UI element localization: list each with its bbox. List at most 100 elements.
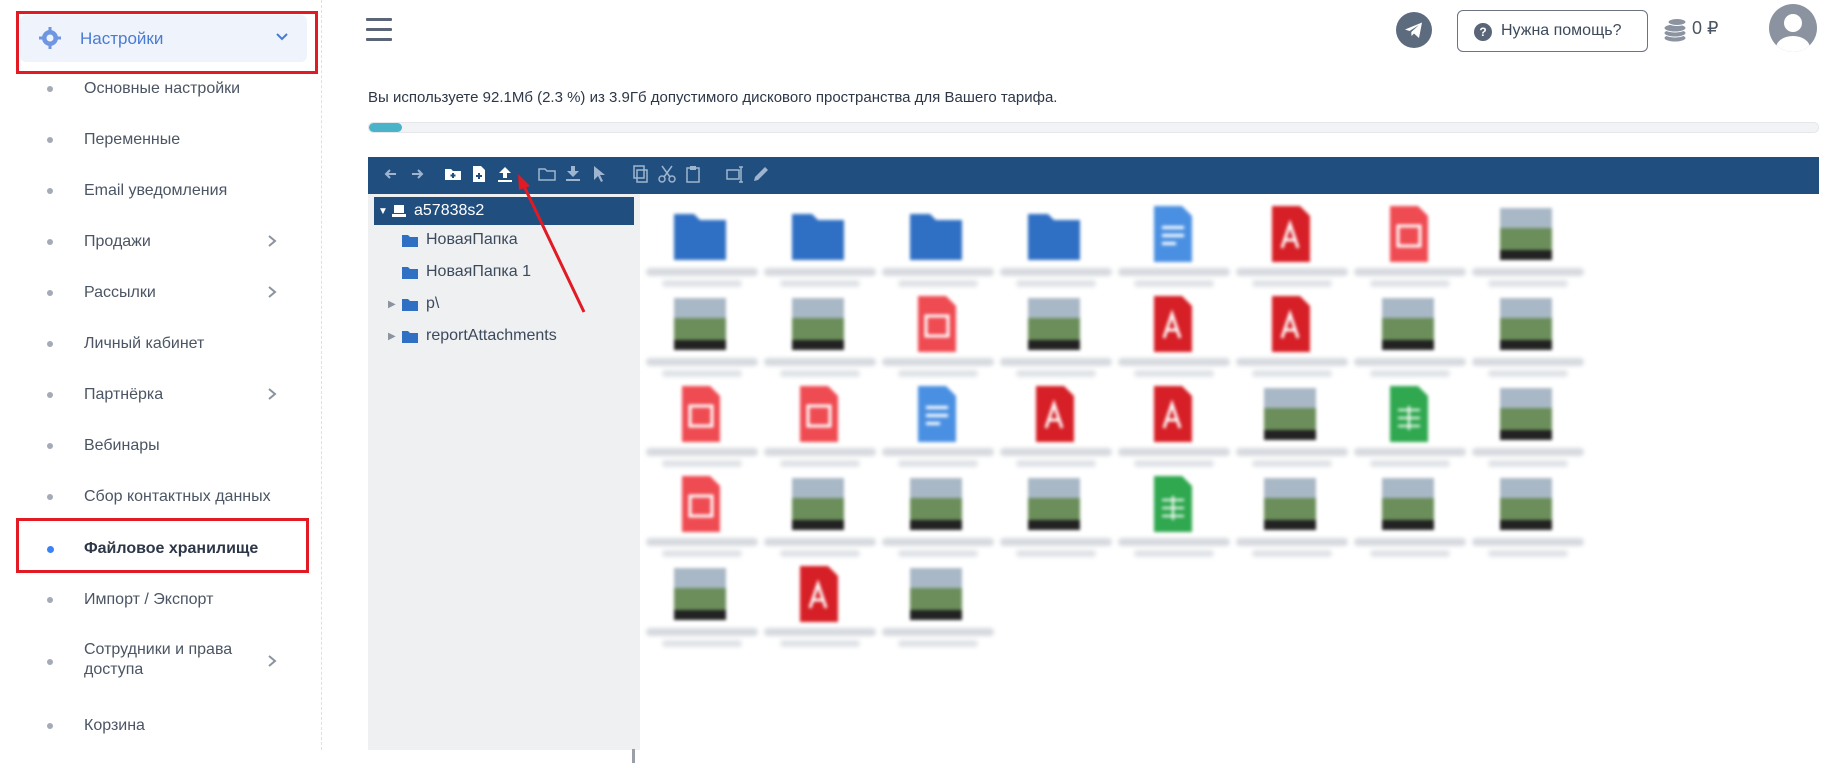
file-item[interactable]: [878, 468, 998, 568]
edit-icon[interactable]: [752, 165, 770, 183]
file-name-blurred: [1118, 538, 1230, 546]
file-item[interactable]: [1114, 288, 1234, 388]
new-folder-icon[interactable]: [444, 165, 462, 183]
file-item[interactable]: [1232, 378, 1352, 478]
file-item[interactable]: [1114, 378, 1234, 478]
copy-icon[interactable]: [632, 165, 650, 183]
file-item[interactable]: [1232, 468, 1352, 568]
splitter-handle[interactable]: [632, 749, 635, 763]
file-item[interactable]: [878, 558, 998, 658]
open-folder-icon[interactable]: [538, 165, 556, 183]
new-file-icon[interactable]: [470, 165, 488, 183]
file-item[interactable]: [642, 198, 762, 298]
sidebar-item[interactable]: Партнёрка: [0, 374, 300, 414]
file-item[interactable]: [1468, 468, 1588, 568]
file-item[interactable]: [642, 288, 762, 388]
file-item[interactable]: [996, 468, 1116, 568]
image-icon: [1500, 208, 1552, 260]
folder-icon: [1028, 214, 1080, 260]
file-item[interactable]: [996, 288, 1116, 388]
file-name-blurred: [764, 538, 876, 546]
sidebar-item[interactable]: Переменные: [0, 119, 300, 159]
bullet-icon: [47, 137, 53, 143]
paste-icon[interactable]: [684, 165, 702, 183]
file-name-blurred: [1370, 460, 1450, 467]
file-item[interactable]: [996, 198, 1116, 298]
file-manager: ▼ a57838s2 НоваяПапка НоваяПапка 1 ▶ p\ ▶ rep…: [368, 157, 1819, 763]
file-item[interactable]: [1468, 198, 1588, 298]
sidebar-item[interactable]: Рассылки: [0, 272, 300, 312]
file-item[interactable]: [1468, 378, 1588, 478]
file-name-blurred: [1488, 370, 1568, 377]
tree-root[interactable]: ▼ a57838s2: [374, 197, 634, 225]
upload-icon[interactable]: [496, 165, 514, 183]
cut-icon[interactable]: [658, 165, 676, 183]
file-item[interactable]: [1350, 378, 1470, 478]
file-item[interactable]: [878, 378, 998, 478]
sidebar-item[interactable]: Сотрудники и права доступа: [0, 629, 300, 693]
telegram-icon[interactable]: [1396, 12, 1432, 48]
balance-amount[interactable]: 0 ₽: [1692, 18, 1718, 39]
hamburger-menu-icon[interactable]: [366, 18, 392, 42]
file-item[interactable]: [996, 378, 1116, 478]
file-item[interactable]: [642, 558, 762, 658]
sidebar-item[interactable]: Личный кабинет: [0, 323, 300, 363]
storage-usage-text: Вы используете 92.1Мб (2.3 %) из 3.9Гб д…: [368, 89, 1058, 106]
pdf-light-icon: [682, 476, 720, 532]
file-item[interactable]: [760, 558, 880, 658]
rename-icon[interactable]: [726, 165, 744, 183]
file-item[interactable]: [760, 198, 880, 298]
file-item[interactable]: [1468, 288, 1588, 388]
file-item[interactable]: [878, 198, 998, 298]
avatar[interactable]: [1769, 4, 1817, 52]
tree-folder[interactable]: ▶ reportAttachments: [388, 322, 557, 350]
file-item[interactable]: [1114, 468, 1234, 568]
file-item[interactable]: [642, 468, 762, 568]
sidebar-item[interactable]: Файловое хранилище: [0, 528, 300, 568]
image-icon: [792, 298, 844, 350]
forward-icon[interactable]: [408, 165, 426, 183]
sheet-icon: [1390, 386, 1428, 442]
file-item[interactable]: [1114, 198, 1234, 298]
file-item[interactable]: [760, 378, 880, 478]
file-name-blurred: [1236, 268, 1348, 276]
tree-folder[interactable]: ▶ p\: [388, 290, 439, 318]
tree-folder[interactable]: НоваяПапка: [388, 226, 518, 254]
bullet-icon: [47, 723, 53, 729]
file-item[interactable]: [1350, 468, 1470, 568]
file-name-blurred: [1354, 448, 1466, 456]
sidebar-item[interactable]: Email уведомления: [0, 170, 300, 210]
expand-caret-icon[interactable]: ▶: [388, 299, 398, 310]
file-name-blurred: [1354, 268, 1466, 276]
sidebar-item[interactable]: Продажи: [0, 221, 300, 261]
file-item[interactable]: [642, 378, 762, 478]
file-item[interactable]: [760, 288, 880, 388]
sidebar-settings-header[interactable]: Настройки: [20, 15, 307, 62]
bullet-icon: [47, 341, 53, 347]
file-item[interactable]: [1232, 198, 1352, 298]
file-item[interactable]: [878, 288, 998, 388]
sidebar-item[interactable]: Сбор контактных данных: [0, 476, 300, 516]
file-name-blurred: [1488, 280, 1568, 287]
file-name-blurred: [1000, 358, 1112, 366]
image-icon: [792, 478, 844, 530]
file-name-blurred: [1000, 448, 1112, 456]
sidebar-item[interactable]: Импорт / Экспорт: [0, 579, 300, 619]
file-item[interactable]: [1350, 198, 1470, 298]
expand-caret-icon[interactable]: ▶: [388, 331, 398, 342]
tree-folder[interactable]: НоваяПапка 1: [388, 258, 531, 286]
help-button[interactable]: ? Нужна помощь?: [1457, 10, 1648, 52]
sidebar-item[interactable]: Основные настройки: [0, 68, 300, 108]
back-icon[interactable]: [382, 165, 400, 183]
select-icon[interactable]: [590, 165, 608, 183]
sidebar-item[interactable]: Вебинары: [0, 425, 300, 465]
file-item[interactable]: [1232, 288, 1352, 388]
image-icon: [1264, 478, 1316, 530]
tree-folder-label: p\: [426, 295, 440, 312]
file-name-blurred: [882, 628, 994, 636]
sidebar-item-label: Переменные: [84, 131, 181, 148]
file-item[interactable]: [1350, 288, 1470, 388]
download-icon[interactable]: [564, 165, 582, 183]
file-item[interactable]: [760, 468, 880, 568]
sidebar-item[interactable]: Корзина: [0, 705, 300, 745]
